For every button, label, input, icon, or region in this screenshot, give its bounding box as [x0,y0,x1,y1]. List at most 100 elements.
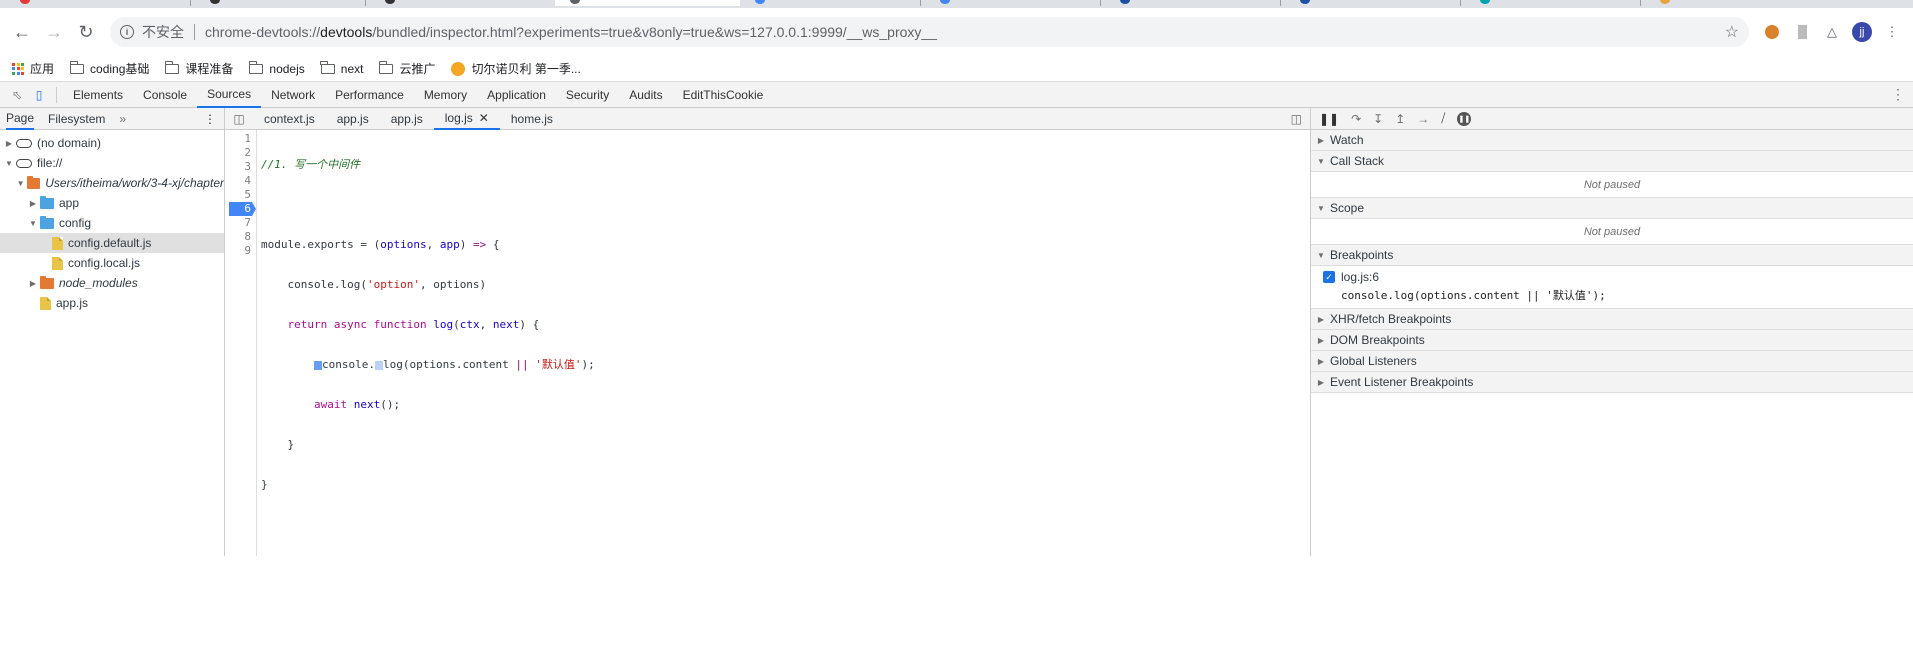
breakpoint-checkbox[interactable]: ✓ [1323,271,1335,283]
tree-item[interactable]: ▶ app [0,193,224,213]
tree-item[interactable]: ▼ file:// [0,153,224,173]
profile-button[interactable]: jj [1849,19,1875,45]
bookmark-apps[interactable]: 应用 [12,60,54,77]
caret-down-icon[interactable]: ▼ [28,219,38,228]
tree-item[interactable]: ▶ (no domain) [0,133,224,153]
url-host: devtools [320,24,373,40]
global-listeners-section-header[interactable]: ▶ Global Listeners [1311,351,1913,372]
line-number[interactable]: 5 [225,188,256,202]
file-tab[interactable]: home.js [500,108,564,130]
xhr-breakpoints-section-header[interactable]: ▶ XHR/fetch Breakpoints [1311,309,1913,330]
device-toolbar-icon[interactable]: ▯ [28,84,50,106]
toggle-debugger-icon[interactable]: ◫ [1291,112,1302,126]
line-number[interactable]: 3 [225,160,256,174]
watch-section-header[interactable]: ▶ Watch [1311,130,1913,151]
toggle-navigator-icon[interactable]: ◫ [225,112,253,126]
breakpoint-marker[interactable]: 6 [229,202,256,216]
line-number[interactable]: 7 [225,216,256,230]
address-bar[interactable]: i 不安全 chrome-devtools://devtools/bundled… [110,17,1749,47]
bookmark-folder-coding[interactable]: coding基础 [69,60,149,77]
bookmark-star-icon[interactable]: ☆ [1725,22,1739,42]
line-number[interactable]: 1 [225,132,256,146]
deactivate-breakpoints-icon[interactable]: ⧸ [1441,111,1445,126]
sources-panel: Page Filesystem » ⋮ ▶ (no domain) ▼ file… [0,108,1913,556]
step-into-icon[interactable]: ↧ [1373,112,1383,126]
dom-breakpoints-section-header[interactable]: ▶ DOM Breakpoints [1311,330,1913,351]
tab-elements[interactable]: Elements [63,82,133,108]
tab-application[interactable]: Application [477,82,556,108]
back-button[interactable]: ← [8,18,36,46]
code-area[interactable]: 1 2 3 4 5 6 7 8 9 //1. 写一个中间件 module.exp… [225,130,1310,556]
tab-page[interactable]: Page [6,108,35,130]
tab-security[interactable]: Security [556,82,619,108]
caret-right-icon[interactable]: ▶ [28,199,38,208]
tab-sources[interactable]: Sources [197,82,262,108]
section-title: DOM Breakpoints [1330,333,1425,347]
file-tab-label: log.js [444,110,473,125]
file-tab-active[interactable]: log.js ✕ [433,108,500,130]
source-code[interactable]: //1. 写一个中间件 module.exports = (options, a… [257,130,595,556]
tree-item-label: file:// [37,156,63,170]
tree-item[interactable]: ▼ config [0,213,224,233]
tree-item[interactable]: app.js [0,293,224,313]
tab-editthiscookie[interactable]: EditThisCookie [673,82,774,108]
tab-audits[interactable]: Audits [619,82,672,108]
file-tab[interactable]: context.js [253,108,326,130]
caret-right-icon[interactable]: ▶ [28,279,38,288]
bookmark-folder-course[interactable]: 课程准备 [164,60,233,77]
tab-network[interactable]: Network [261,82,325,108]
tab-performance[interactable]: Performance [325,82,414,108]
pause-on-exceptions-icon[interactable]: ❚❚ [1457,111,1472,126]
section-title: Watch [1330,133,1364,147]
navigator-menu-icon[interactable]: ⋮ [204,112,216,126]
line-number[interactable]: 9 [225,244,256,258]
extension-icon[interactable]: △ [1819,19,1845,45]
caret-right-icon[interactable]: ▶ [4,139,14,148]
tree-item[interactable]: ▶ node_modules [0,273,224,293]
scope-section-header[interactable]: ▼ Scope [1311,198,1913,219]
js-file-icon [52,236,63,250]
tree-item-selected[interactable]: config.default.js [0,233,224,253]
tree-item[interactable]: config.local.js [0,253,224,273]
bookmark-chernobyl[interactable]: 切尔诺贝利 第一季... [451,60,581,77]
reload-button[interactable]: ↻ [72,18,100,46]
breakpoint-entry[interactable]: ✓ log.js:6 console.log(options.content |… [1311,266,1913,309]
line-number[interactable]: 4 [225,174,256,188]
devtools-menu-icon[interactable]: ⋮ [1891,86,1905,103]
line-number[interactable]: 2 [225,146,256,160]
more-tabs-icon[interactable]: » [119,112,126,126]
breakpoint-location: log.js:6 [1341,270,1380,284]
close-icon[interactable]: ✕ [479,111,489,125]
line-number[interactable]: 8 [225,230,256,244]
browser-menu-icon[interactable]: ⋮ [1879,19,1905,45]
step-out-icon[interactable]: ↥ [1395,112,1405,126]
info-icon[interactable]: i [120,25,134,39]
line-gutter[interactable]: 1 2 3 4 5 6 7 8 9 [225,130,257,556]
bookmark-folder-nodejs[interactable]: nodejs [248,60,305,76]
bookmark-folder-cloud[interactable]: 云推广 [378,60,435,77]
step-over-icon[interactable]: ↷ [1351,112,1361,126]
event-listener-breakpoints-section-header[interactable]: ▶ Event Listener Breakpoints [1311,372,1913,393]
extension-icon[interactable] [1789,19,1815,45]
tab-separator [920,0,921,6]
caret-down-icon[interactable]: ▼ [16,179,25,188]
tab-memory[interactable]: Memory [414,82,477,108]
inline-breakpoint-icon[interactable] [313,360,322,370]
inspect-element-icon[interactable]: ⬁ [6,84,28,106]
tab-filesystem[interactable]: Filesystem [48,112,105,126]
caret-down-icon[interactable]: ▼ [4,159,14,168]
pause-icon[interactable]: ❚❚ [1319,112,1339,126]
tree-item[interactable]: ▼ Users/itheima/work/3-4-xj/chapter [0,173,224,193]
tab-console[interactable]: Console [133,82,197,108]
debugger-sidebar: ❚❚ ↷ ↧ ↥ → ⧸ ❚❚ ▶ Watch ▼ Call Stack Not p… [1311,108,1913,556]
forward-button[interactable]: → [40,18,68,46]
file-tab[interactable]: app.js [326,108,380,130]
cookie-extension-icon[interactable] [1759,19,1785,45]
step-icon[interactable]: → [1417,112,1429,126]
file-tab[interactable]: app.js [380,108,434,130]
call-stack-section-header[interactable]: ▼ Call Stack [1311,151,1913,172]
inline-breakpoint-icon[interactable] [374,360,383,370]
browser-tab-active[interactable] [555,0,740,6]
bookmark-folder-next[interactable]: next [320,60,363,76]
breakpoints-section-header[interactable]: ▼ Breakpoints [1311,245,1913,266]
